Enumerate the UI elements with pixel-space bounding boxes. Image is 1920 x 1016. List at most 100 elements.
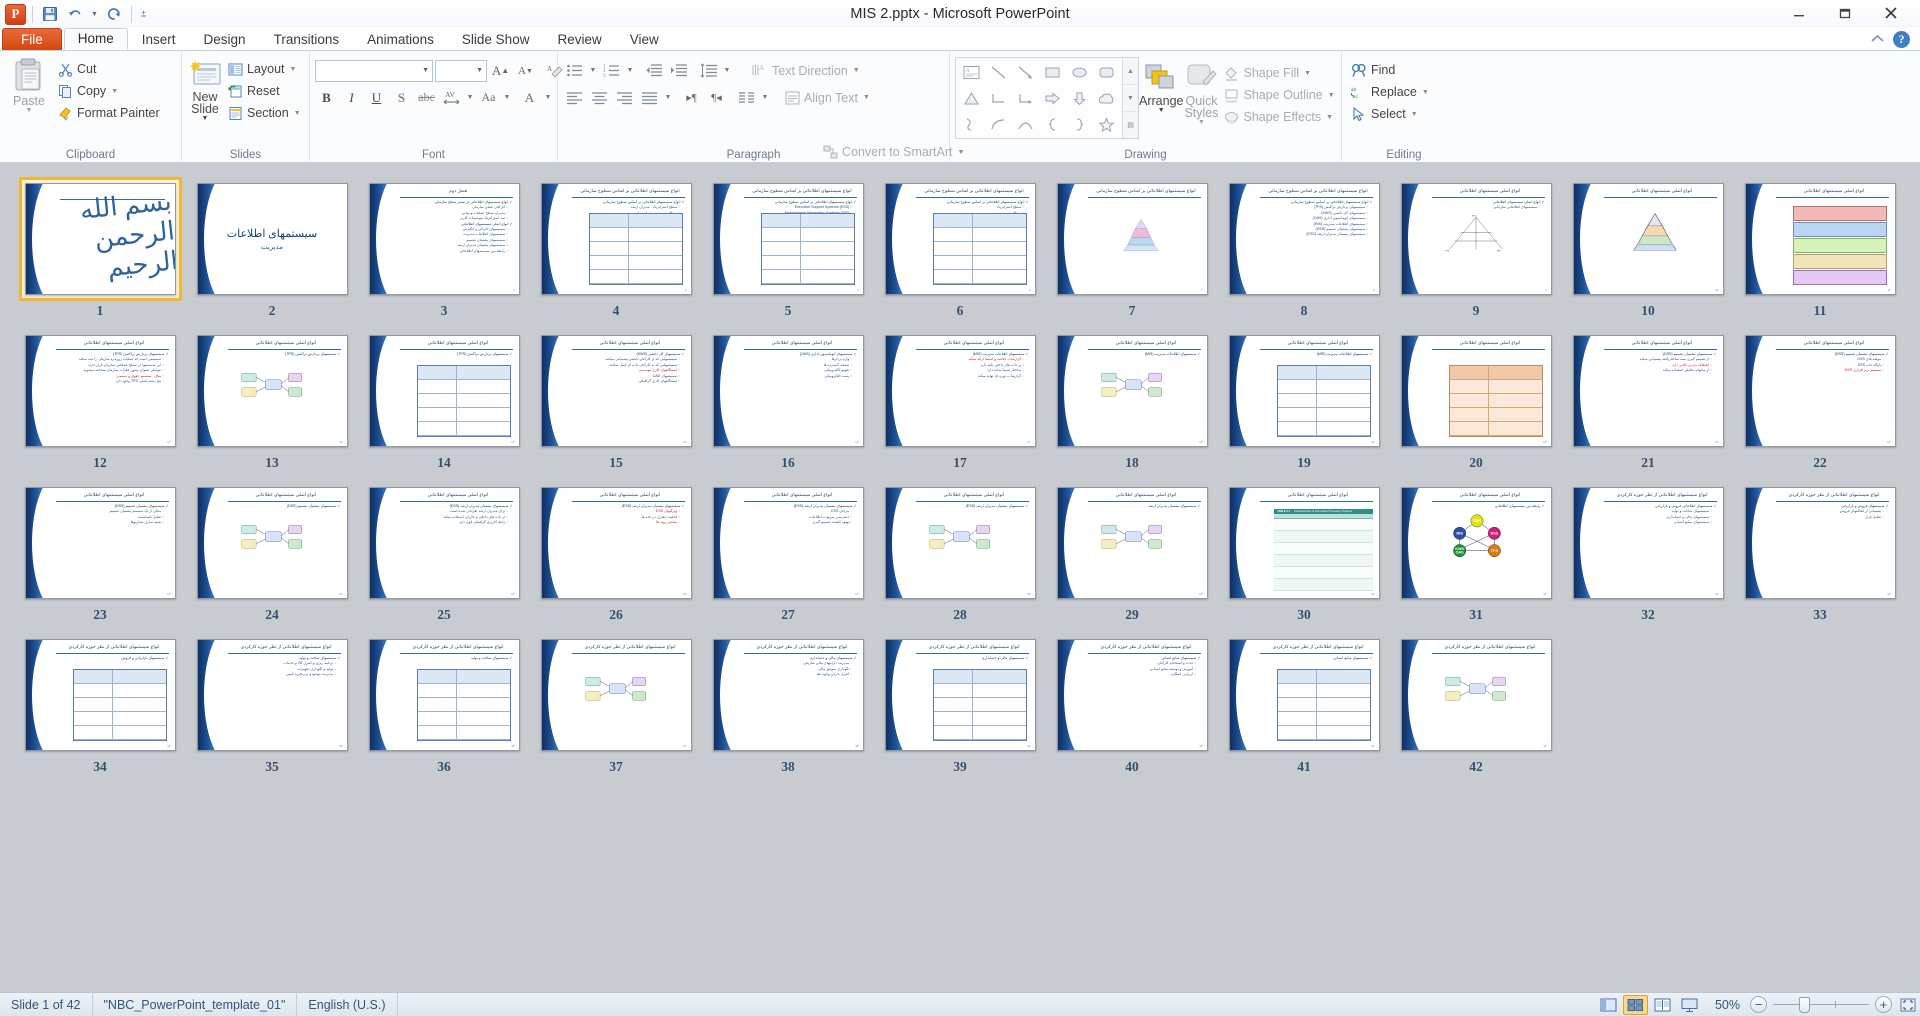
gallery-more-icon[interactable]: ▤ (1123, 112, 1138, 138)
slide-thumbnail-24[interactable]: انواع اصلی سیستمهای اطلاعاتی ✓ سیستمهای … (191, 481, 354, 605)
select-dropdown-icon[interactable]: ▼ (1411, 111, 1418, 118)
zoom-in-button[interactable]: + (1875, 996, 1892, 1013)
shape-rounded-rectangle-icon[interactable] (1093, 59, 1120, 85)
slide-preview[interactable]: انواع اصلی سیستمهای اطلاعاتی ✓ سیستمهای … (712, 335, 864, 447)
slide-preview[interactable]: انواع سیستمهای اطلاعاتی بر اساس سطوح ساز… (540, 183, 692, 295)
paste-dropdown-icon[interactable]: ▼ (26, 107, 33, 114)
slide-preview[interactable]: انواع اصلی سیستمهای اطلاعاتی ✓ سیستمهای … (24, 487, 176, 599)
font-name-dropdown-icon[interactable]: ▼ (416, 67, 429, 74)
slide-thumbnail-31[interactable]: انواع اصلی سیستمهای اطلاعاتی ✓ رابطه بین… (1395, 481, 1558, 605)
font-size-dropdown-icon[interactable]: ▼ (470, 67, 483, 74)
zoom-slider[interactable]: − + (1750, 996, 1892, 1013)
slide-thumbnail-21[interactable]: انواع اصلی سیستمهای اطلاعاتی ✓ سیستمهای … (1567, 329, 1730, 453)
zoom-handle[interactable] (1799, 997, 1810, 1013)
undo-icon[interactable] (64, 4, 86, 25)
tab-animations[interactable]: Animations (353, 28, 448, 50)
slide-preview[interactable]: انواع سیستمهای اطلاعاتی از نظر حوزه کارک… (1744, 487, 1896, 599)
theme-name[interactable]: "NBC_PowerPoint_template_01" (93, 992, 298, 1016)
slide-preview[interactable]: انواع اصلی سیستمهای اطلاعاتی ✓ انواع اصل… (1400, 183, 1552, 295)
text-direction-dropdown-icon[interactable]: ▼ (853, 67, 860, 74)
slide-thumbnail-cell[interactable]: انواع اصلی سیستمهای اطلاعاتی ✓ سیستمهای … (530, 329, 702, 471)
replace-dropdown-icon[interactable]: ▼ (1422, 89, 1429, 96)
slides-container[interactable]: بسم الله الرحمن الرحیم 1 سیستمهای اطلاعا… (0, 171, 1920, 785)
help-icon[interactable]: ? (1893, 31, 1910, 48)
slide-thumbnail-cell[interactable]: انواع سیستمهای اطلاعاتی بر اساس سطوح ساز… (1046, 177, 1218, 319)
tab-file[interactable]: File (2, 28, 62, 50)
shape-triangle-icon[interactable] (958, 85, 985, 111)
restore-button[interactable] (1822, 0, 1868, 26)
shapes-gallery-scrollbar[interactable]: ▲ ▼ ▤ (1122, 58, 1138, 138)
grow-font-icon[interactable]: A ▲ (489, 60, 512, 82)
quick-styles-button[interactable]: Quick Styles ▼ (1183, 56, 1219, 126)
decrease-indent-icon[interactable] (642, 60, 665, 82)
zoom-percentage[interactable]: 50% (1703, 998, 1750, 1012)
justify-dropdown-icon[interactable]: ▼ (663, 94, 673, 101)
line-spacing-dropdown-icon[interactable]: ▼ (722, 67, 732, 74)
slide-thumbnail-cell[interactable]: انواع سیستمهای اطلاعاتی بر اساس سطوح ساز… (530, 177, 702, 319)
slide-preview[interactable]: بسم الله الرحمن الرحیم (24, 183, 176, 295)
paste-button[interactable]: Paste ▼ (5, 55, 53, 114)
minimize-ribbon-icon[interactable] (1870, 32, 1885, 47)
slide-thumbnail-41[interactable]: انواع سیستمهای اطلاعاتی از نظر حوزه کارک… (1223, 633, 1386, 757)
slide-thumbnail-cell[interactable]: انواع اصلی سیستمهای اطلاعاتی ✓ سیستمهای … (14, 481, 186, 623)
slide-preview[interactable]: انواع اصلی سیستمهای اطلاعاتی ✓ سیستمهای … (540, 335, 692, 447)
quick-styles-dropdown-icon[interactable]: ▼ (1198, 119, 1205, 126)
slide-thumbnail-cell[interactable]: فصل دوم ✓ انواع سیستمهای اطلاعاتی در شش … (358, 177, 530, 319)
slide-preview[interactable]: انواع سیستمهای اطلاعاتی از نظر حوزه کارک… (1056, 639, 1208, 751)
tab-insert[interactable]: Insert (128, 28, 190, 50)
slide-preview[interactable]: فصل دوم ✓ انواع سیستمهای اطلاعاتی در شش … (368, 183, 520, 295)
slide-thumbnail-27[interactable]: انواع اصلی سیستمهای اطلاعاتی ✓ سیستمهای … (707, 481, 870, 605)
shape-line-icon[interactable] (985, 59, 1012, 85)
slide-thumbnail-22[interactable]: انواع اصلی سیستمهای اطلاعاتی ✓ سیستمهای … (1739, 329, 1902, 453)
align-text-dropdown-icon[interactable]: ▼ (863, 94, 870, 101)
slide-thumbnail-cell[interactable]: انواع سیستمهای اطلاعاتی بر اساس سطوح ساز… (1218, 177, 1390, 319)
character-spacing-dropdown-icon[interactable]: ▼ (465, 94, 475, 101)
copy-button[interactable]: Copy ▼ (53, 80, 164, 102)
slide-thumbnail-cell[interactable]: انواع اصلی سیستمهای اطلاعاتی ✓ سیستمهای … (702, 481, 874, 623)
slide-preview[interactable]: انواع سیستمهای اطلاعاتی از نظر حوزه کارک… (1228, 639, 1380, 751)
convert-to-smartart-dropdown-icon[interactable]: ▼ (957, 149, 964, 156)
slide-preview[interactable]: انواع اصلی سیستمهای اطلاعاتی ✓ سیستمهای … (196, 335, 348, 447)
slide-thumbnail-9[interactable]: انواع اصلی سیستمهای اطلاعاتی ✓ انواع اصل… (1395, 177, 1558, 301)
shape-freeform-icon[interactable] (958, 111, 985, 137)
slide-thumbnail-cell[interactable]: انواع اصلی سیستمهای اطلاعاتی ✓ سیستمهای … (530, 481, 702, 623)
copy-dropdown-icon[interactable]: ▼ (111, 88, 118, 95)
slide-thumbnail-10[interactable]: انواع اصلی سیستمهای اطلاعاتی 10 (1567, 177, 1730, 301)
font-color-button[interactable]: A (518, 87, 541, 109)
tab-view[interactable]: View (616, 28, 673, 50)
numbering-dropdown-icon[interactable]: ▼ (625, 67, 635, 74)
language-indicator[interactable]: English (U.S.) (297, 992, 398, 1016)
slide-thumbnail-39[interactable]: انواع سیستمهای اطلاعاتی از نظر حوزه کارک… (879, 633, 1042, 757)
find-button[interactable]: Find (1347, 59, 1433, 81)
slide-thumbnail-cell[interactable]: انواع اصلی سیستمهای اطلاعاتی 10 10 (1562, 177, 1734, 319)
arrange-button[interactable]: Arrange ▼ (1139, 56, 1183, 114)
slide-thumbnail-40[interactable]: انواع سیستمهای اطلاعاتی از نظر حوزه کارک… (1051, 633, 1214, 757)
shape-elbow-connector-icon[interactable] (985, 85, 1012, 111)
slide-thumbnail-cell[interactable]: انواع سیستمهای اطلاعاتی از نظر حوزه کارک… (1046, 633, 1218, 775)
text-shadow-button[interactable]: S (390, 87, 413, 109)
gallery-scroll-up-icon[interactable]: ▲ (1123, 58, 1138, 85)
slide-thumbnail-cell[interactable]: انواع اصلی سیستمهای اطلاعاتی TABLE 2-1 C… (1218, 481, 1390, 623)
character-spacing-button[interactable]: AV (440, 87, 463, 109)
section-button[interactable]: Section ▼ (223, 102, 305, 124)
slide-thumbnail-6[interactable]: انواع سیستمهای اطلاعاتی بر اساس سطوح ساز… (879, 177, 1042, 301)
tab-home[interactable]: Home (63, 28, 128, 50)
tab-slide-show[interactable]: Slide Show (448, 28, 544, 50)
slide-preview[interactable]: انواع اصلی سیستمهای اطلاعاتی ✓ سیستمهای … (884, 487, 1036, 599)
slide-thumbnail-16[interactable]: انواع اصلی سیستمهای اطلاعاتی ✓ سیستمهای … (707, 329, 870, 453)
slide-thumbnail-cell[interactable]: انواع سیستمهای اطلاعاتی از نظر حوزه کارک… (186, 633, 358, 775)
slide-preview[interactable]: انواع سیستمهای اطلاعاتی از نظر حوزه کارک… (196, 639, 348, 751)
slide-preview[interactable]: انواع اصلی سیستمهای اطلاعاتی 20 (1400, 335, 1552, 447)
align-center-icon[interactable] (588, 87, 611, 109)
section-dropdown-icon[interactable]: ▼ (294, 110, 301, 117)
shape-curve-icon[interactable] (985, 111, 1012, 137)
shape-arc-icon[interactable] (1012, 111, 1039, 137)
slide-thumbnail-cell[interactable]: انواع اصلی سیستمهای اطلاعاتی ✓ سیستمهای … (186, 481, 358, 623)
shape-effects-button[interactable]: Shape Effects ▼ (1219, 106, 1338, 128)
fit-slide-to-window-button[interactable] (1896, 995, 1920, 1015)
shape-right-brace-icon[interactable] (1066, 111, 1093, 137)
slide-thumbnail-38[interactable]: انواع سیستمهای اطلاعاتی از نظر حوزه کارک… (707, 633, 870, 757)
slide-preview[interactable]: انواع سیستمهای اطلاعاتی بر اساس سطوح ساز… (884, 183, 1036, 295)
slide-thumbnail-cell[interactable]: انواع سیستمهای اطلاعاتی از نظر حوزه کارک… (14, 633, 186, 775)
underline-button[interactable]: U (365, 87, 388, 109)
